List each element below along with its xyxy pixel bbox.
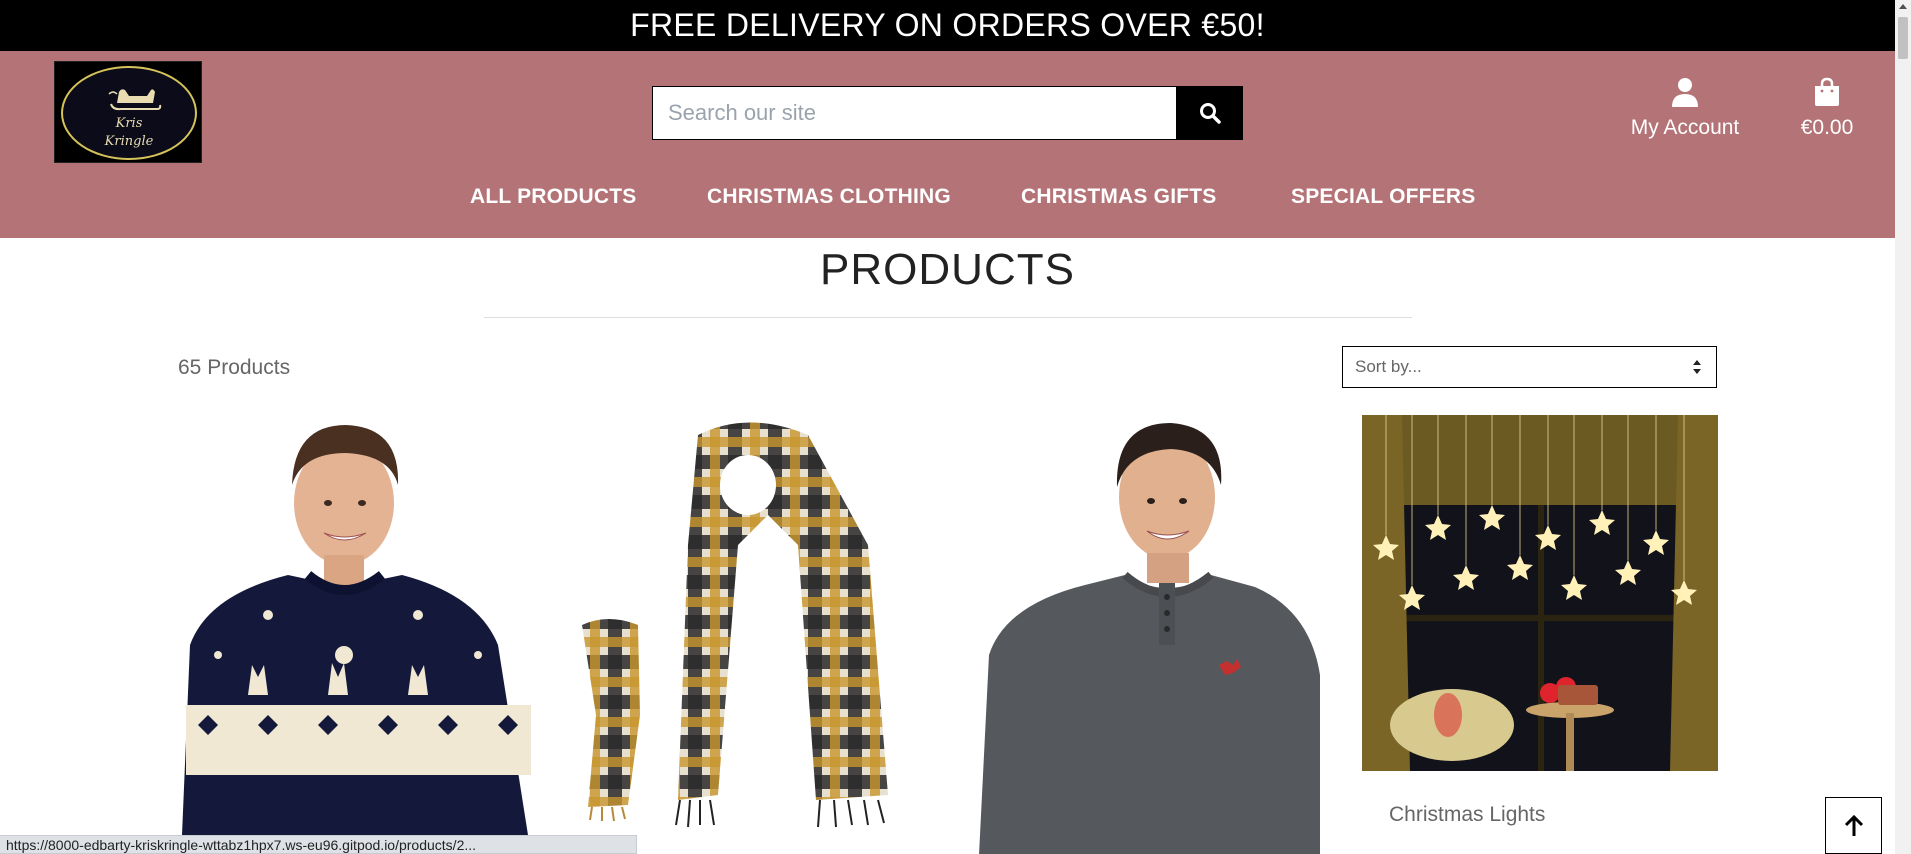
user-icon <box>1672 78 1698 107</box>
product-image <box>975 415 1330 854</box>
logo-text-line2: Kringle <box>104 134 154 149</box>
page-scrollbar[interactable] <box>1895 0 1911 854</box>
search-button[interactable] <box>1176 86 1243 140</box>
title-divider <box>484 317 1412 318</box>
main-nav: ALL PRODUCTS CHRISTMAS CLOTHING CHRISTMA… <box>0 185 1895 225</box>
sort-arrows-icon <box>1693 360 1701 374</box>
product-card[interactable] <box>568 415 928 835</box>
sort-selected-value: Sort by... <box>1355 357 1422 376</box>
product-card[interactable]: Christmas Lights <box>1362 415 1718 826</box>
bag-total: €0.00 <box>1800 116 1854 139</box>
browser-status-bar: https://8000-edbarty-kriskringle-wttabz1… <box>0 835 637 854</box>
back-to-top-button[interactable] <box>1825 797 1882 854</box>
site-header: Kris Kringle My Account €0.00 ALL PRODUC <box>0 51 1895 238</box>
product-card[interactable] <box>975 415 1330 854</box>
shopping-bag-link[interactable]: €0.00 <box>1792 77 1862 140</box>
logo-emblem: Kris Kringle <box>61 66 197 160</box>
nav-special-offers[interactable]: SPECIAL OFFERS <box>1291 185 1475 209</box>
site-logo[interactable]: Kris Kringle <box>54 61 202 163</box>
nav-christmas-gifts[interactable]: CHRISTMAS GIFTS <box>1021 185 1217 209</box>
product-image <box>178 415 533 835</box>
my-account-label: My Account <box>1630 116 1740 139</box>
my-account-link[interactable]: My Account <box>1620 77 1750 140</box>
page-title: PRODUCTS <box>820 245 1075 294</box>
scroll-thumb[interactable] <box>1898 17 1908 59</box>
product-card[interactable] <box>178 415 533 835</box>
sort-select[interactable]: Sort by... <box>1342 346 1717 388</box>
search-form <box>652 86 1243 140</box>
sleigh-icon <box>108 89 162 111</box>
product-image <box>1362 415 1718 771</box>
nav-christmas-clothing[interactable]: CHRISTMAS CLOTHING <box>707 185 951 209</box>
shopping-bag-icon <box>1815 77 1839 106</box>
product-image <box>568 415 928 835</box>
product-name: Christmas Lights <box>1389 803 1546 826</box>
nav-all-products[interactable]: ALL PRODUCTS <box>470 185 637 209</box>
product-count: 65 Products <box>178 356 291 379</box>
scroll-up-arrow-icon[interactable] <box>1899 4 1907 9</box>
delivery-banner: FREE DELIVERY ON ORDERS OVER €50! <box>0 0 1895 51</box>
search-icon <box>1199 103 1221 124</box>
arrow-up-icon <box>1844 814 1863 836</box>
logo-text-line1: Kris <box>115 116 143 131</box>
search-input[interactable] <box>652 86 1177 140</box>
